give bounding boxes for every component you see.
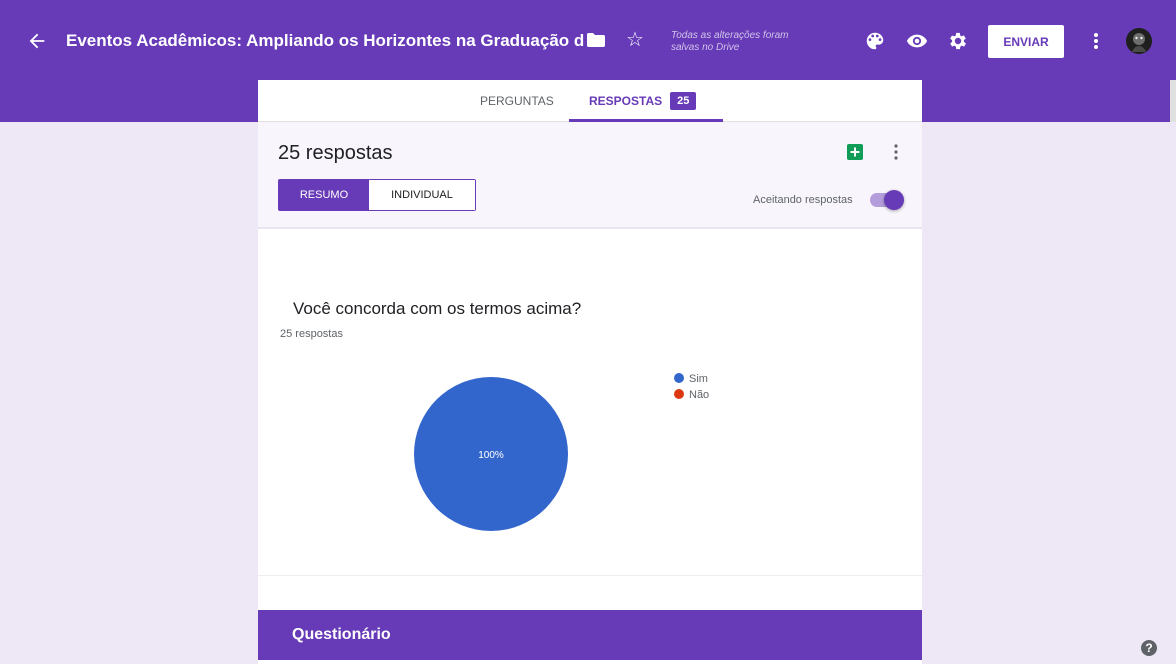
section-header: Questionário (258, 610, 922, 660)
more-vert-icon[interactable] (889, 142, 903, 162)
legend-marker-sim (674, 373, 684, 383)
section-title: Questionário (292, 626, 391, 643)
tab-bar: PERGUNTAS RESPOSTAS 25 (258, 80, 922, 122)
section-body (258, 660, 922, 664)
pie-chart: 100% Sim Não (414, 373, 709, 531)
accepting-responses-toggle[interactable] (870, 190, 904, 210)
question-response-count: 25 respostas (280, 328, 343, 340)
avatar[interactable] (1126, 28, 1152, 54)
save-status: Todas as alterações foram salvas no Driv… (671, 30, 789, 53)
responses-summary-header: 25 respostas RESUMO INDIVIDUAL Aceitando… (258, 122, 922, 228)
sheets-icon[interactable] (847, 144, 863, 160)
send-button[interactable]: ENVIAR (988, 25, 1064, 58)
back-arrow-icon[interactable] (26, 30, 50, 54)
avatar-image (1126, 28, 1152, 54)
card-footer (258, 575, 922, 610)
responses-count-title: 25 respostas (278, 142, 393, 164)
legend-label-não[interactable]: Não (689, 389, 709, 401)
star-icon[interactable]: ☆ (626, 28, 644, 52)
pie-slice-label: 100% (478, 450, 504, 461)
palette-icon[interactable] (864, 30, 886, 52)
tab-responses[interactable]: RESPOSTAS 25 (589, 80, 697, 121)
accepting-responses-label: Aceitando respostas (753, 194, 853, 206)
view-toggle: RESUMO INDIVIDUAL (278, 179, 476, 211)
summary-button[interactable]: RESUMO (279, 180, 369, 210)
tab-questions[interactable]: PERGUNTAS (480, 80, 554, 121)
folder-icon[interactable] (587, 33, 605, 47)
individual-button[interactable]: INDIVIDUAL (369, 180, 475, 210)
legend-label-sim[interactable]: Sim (689, 373, 708, 385)
legend-marker-não (674, 389, 684, 399)
eye-icon[interactable] (906, 30, 928, 52)
tab-questions-label: PERGUNTAS (480, 93, 554, 108)
tab-responses-label: RESPOSTAS (589, 93, 663, 108)
responses-count-badge: 25 (670, 91, 697, 110)
form-title[interactable]: Eventos Acadêmicos: Ampliando os Horizon… (66, 31, 584, 51)
help-icon[interactable]: ? (1141, 640, 1157, 656)
question-summary-card: 100% Sim Não Você concorda com os termos a… (258, 229, 922, 575)
gear-icon[interactable] (947, 30, 969, 52)
scrollbar[interactable] (1170, 80, 1176, 122)
toggle-knob (884, 190, 904, 210)
question-title: Você concorda com os termos acima? (293, 299, 582, 318)
back-arrow-icon-svg (29, 33, 45, 49)
more-vert-icon[interactable] (1088, 30, 1104, 52)
